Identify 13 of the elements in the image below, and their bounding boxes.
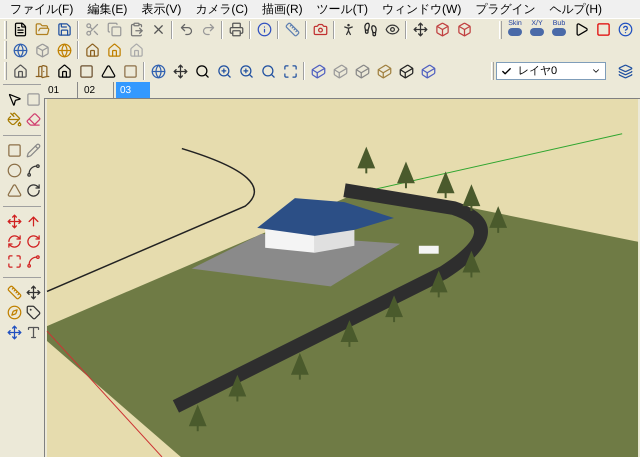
layer-dropdown[interactable]: レイヤ0 xyxy=(496,62,606,80)
menu-item[interactable]: 編集(E) xyxy=(87,0,128,18)
layer-name: レイヤ0 xyxy=(518,64,558,79)
menu-item[interactable]: ファイル(F) xyxy=(10,0,74,18)
menu-item[interactable]: 描画(R) xyxy=(262,0,303,18)
scene-tab[interactable]: 02 xyxy=(80,82,114,98)
menu-item[interactable]: プラグイン xyxy=(475,0,536,18)
menu-item[interactable]: 表示(V) xyxy=(141,0,182,18)
scene-tab[interactable]: 01 xyxy=(44,82,78,98)
menu-item[interactable]: ヘルプ(H) xyxy=(549,0,602,18)
menu-item[interactable]: カメラ(C) xyxy=(195,0,248,18)
menu-item[interactable]: ツール(T) xyxy=(316,0,368,18)
menu-item[interactable]: ウィンドウ(W) xyxy=(382,0,462,18)
